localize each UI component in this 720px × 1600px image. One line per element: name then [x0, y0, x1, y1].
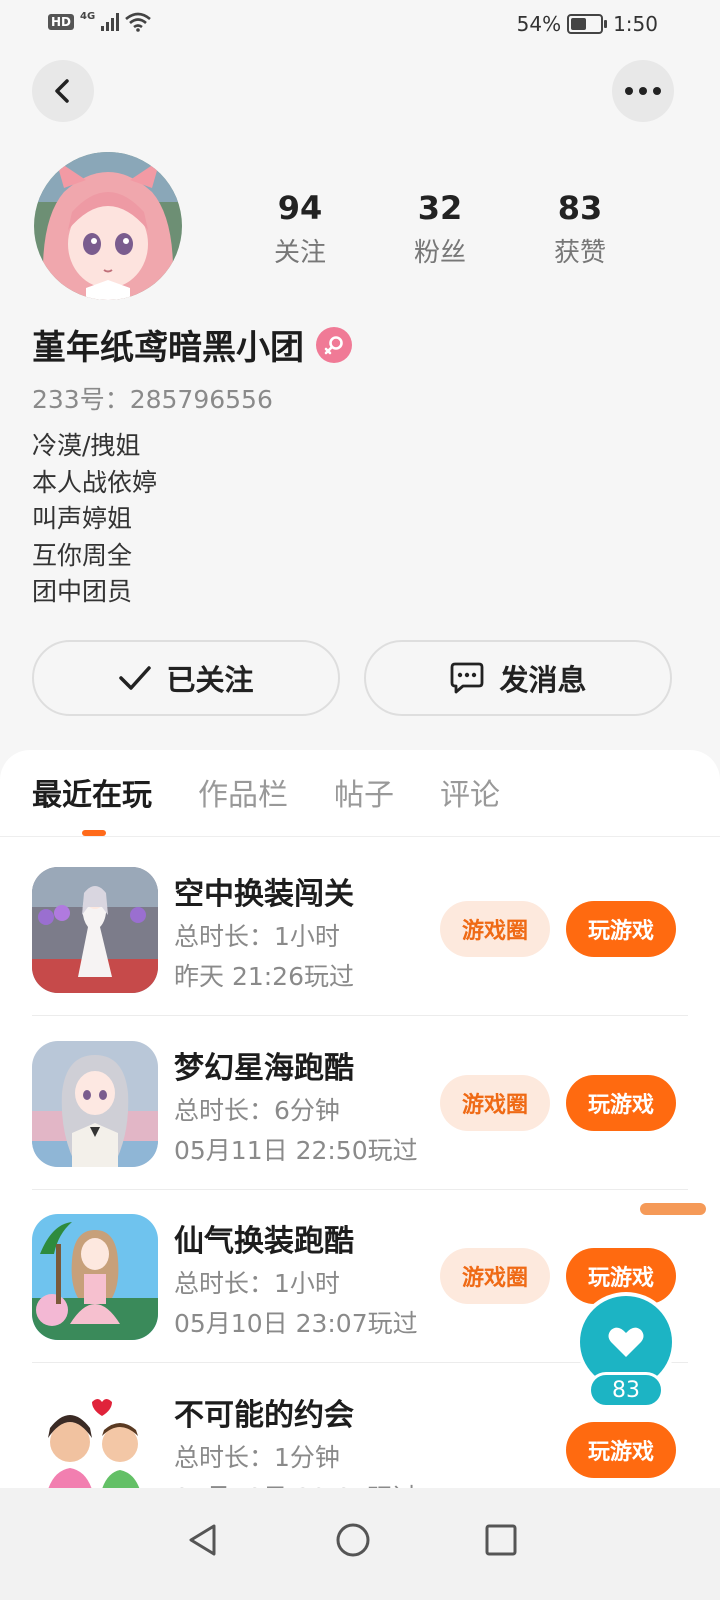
stat-following[interactable]: 94 关注 — [230, 188, 370, 269]
play-duration: 总时长：6分钟 — [174, 1096, 340, 1125]
more-button[interactable] — [612, 60, 674, 122]
stat-number: 83 — [557, 189, 603, 227]
game-title: 梦幻星海跑酷 — [174, 1051, 354, 1086]
like-count: 83 — [588, 1372, 664, 1408]
bio-line: 叫声婷姐 — [32, 504, 133, 533]
system-navigation-bar — [0, 1488, 720, 1600]
list-item[interactable]: 空中换装闯关 总时长：1小时 昨天 21:26玩过 游戏圈 玩游戏 — [32, 867, 688, 1040]
stat-label: 粉丝 — [413, 238, 466, 268]
bio: 冷漠/拽姐 本人战依婷 叫声婷姐 互你周全 团中团员 — [32, 428, 157, 611]
nickname: 堇年纸鸢暗黑小团 — [32, 328, 304, 368]
stat-label: 获赞 — [553, 238, 606, 268]
bio-line: 本人战依婷 — [32, 467, 158, 497]
user-id: 233号：285796556 — [32, 385, 273, 414]
play-duration: 总时长：1小时 — [174, 922, 340, 951]
tab-comments[interactable]: 评论 — [440, 770, 500, 826]
game-thumbnail — [32, 1214, 158, 1340]
bio-line: 冷漠/拽姐 — [32, 431, 141, 460]
list-item[interactable]: 不可能的约会 总时长：1分钟 05月10日 23:07玩过 玩游戏 — [32, 1388, 688, 1488]
nav-home-button[interactable] — [318, 1510, 388, 1570]
chat-bubble-icon — [451, 662, 484, 694]
play-game-button[interactable]: 玩游戏 — [566, 901, 676, 957]
triangle-back-icon — [189, 1524, 216, 1556]
last-played: 昨天 21:26玩过 — [174, 962, 354, 991]
status-bar: HD 4G 54% 1:50 — [0, 0, 720, 50]
nav-back-button[interactable] — [168, 1510, 238, 1570]
clock: 1:50 — [613, 12, 658, 36]
game-thumbnail — [32, 1388, 158, 1488]
game-title: 仙气换装跑酷 — [174, 1224, 354, 1259]
stat-followers[interactable]: 32 粉丝 — [370, 188, 510, 269]
square-recents-icon — [485, 1524, 517, 1556]
followed-button[interactable]: 已关注 — [32, 640, 340, 716]
anime-avatar — [34, 152, 182, 300]
female-icon — [316, 326, 352, 363]
scrollbar-handle[interactable] — [640, 1203, 706, 1215]
avatar[interactable] — [34, 152, 182, 300]
list-item[interactable]: 梦幻星海跑酷 总时长：6分钟 05月11日 22:50玩过 游戏圈 玩游戏 — [32, 1041, 688, 1214]
play-game-button[interactable]: 玩游戏 — [566, 1075, 676, 1131]
game-thumbnail — [32, 867, 158, 993]
nav-recents-button[interactable] — [466, 1510, 536, 1570]
send-message-label: 发消息 — [499, 663, 587, 697]
send-message-button[interactable]: 发消息 — [364, 640, 672, 716]
play-game-button[interactable]: 玩游戏 — [566, 1422, 676, 1478]
stat-likes[interactable]: 83 获赞 — [510, 188, 650, 269]
tab-works[interactable]: 作品栏 — [198, 770, 288, 826]
tab-recently-played[interactable]: 最近在玩 — [32, 770, 152, 826]
bio-line: 团中团员 — [32, 577, 133, 606]
divider — [32, 1189, 688, 1190]
more-dots-icon — [625, 87, 661, 95]
play-duration: 总时长：1小时 — [174, 1269, 340, 1298]
game-title: 不可能的约会 — [174, 1398, 354, 1433]
tab-posts[interactable]: 帖子 — [334, 770, 394, 826]
battery-icon — [567, 14, 608, 34]
bio-line: 互你周全 — [32, 540, 133, 570]
nickname-row: 堇年纸鸢暗黑小团 — [32, 320, 352, 369]
followed-button-label: 已关注 — [166, 663, 254, 697]
divider — [0, 836, 720, 837]
signal-icon — [101, 13, 120, 31]
last-played: 05月10日 23:07玩过 — [174, 1478, 418, 1488]
network-type: 4G — [80, 10, 96, 22]
circle-home-icon — [336, 1523, 370, 1557]
last-played: 05月11日 22:50玩过 — [174, 1136, 418, 1165]
profile-stats: 94 关注 32 粉丝 83 获赞 — [230, 188, 650, 269]
heart-icon — [608, 1327, 644, 1357]
divider — [32, 1015, 688, 1016]
wifi-icon — [125, 12, 152, 32]
battery-percent: 54% — [516, 12, 562, 36]
play-duration: 总时长：1分钟 — [174, 1443, 340, 1472]
stat-number: 32 — [417, 189, 463, 227]
tab-bar: 最近在玩 作品栏 帖子 评论 — [32, 770, 500, 826]
checkmark-icon — [119, 666, 152, 690]
game-thumbnail — [32, 1041, 158, 1167]
game-title: 空中换装闯关 — [174, 877, 354, 912]
last-played: 05月10日 23:07玩过 — [174, 1309, 418, 1338]
chevron-left-icon — [55, 79, 69, 103]
game-circle-button[interactable]: 游戏圈 — [440, 1075, 550, 1131]
stat-label: 关注 — [273, 238, 326, 268]
game-circle-button[interactable]: 游戏圈 — [440, 901, 550, 957]
stat-number: 94 — [277, 189, 323, 227]
hd-icon: HD — [48, 14, 75, 30]
back-button[interactable] — [32, 60, 94, 122]
game-circle-button[interactable]: 游戏圈 — [440, 1248, 550, 1304]
